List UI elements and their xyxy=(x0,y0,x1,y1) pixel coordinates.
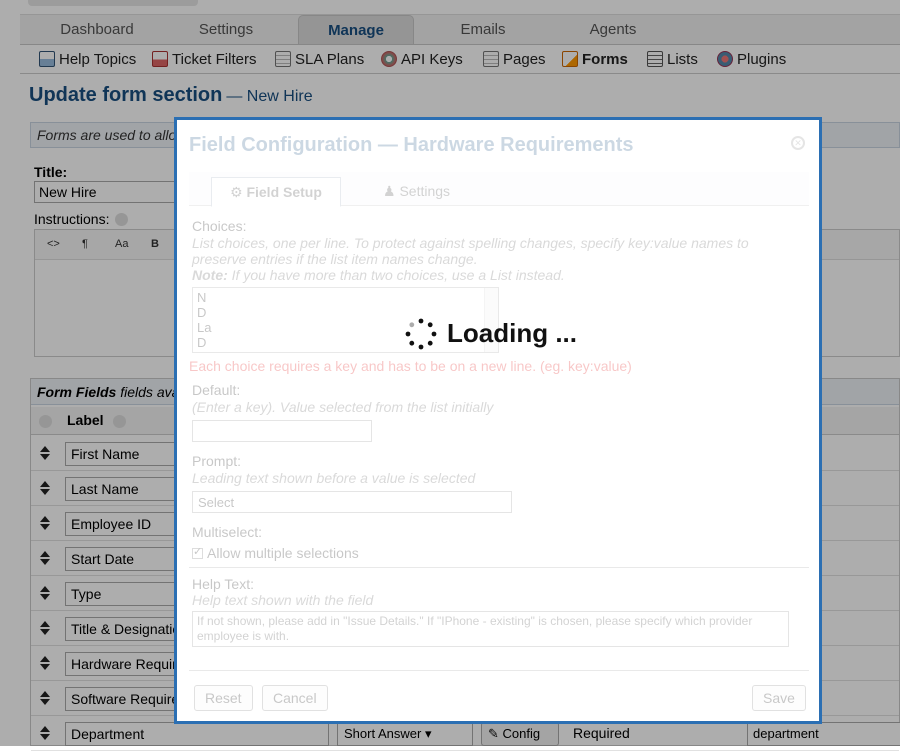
multiselect-checkbox[interactable]: Allow multiple selections xyxy=(192,545,359,561)
multiselect-option-label: Allow multiple selections xyxy=(207,545,359,561)
tab-field-setup-label: Field Setup xyxy=(246,184,322,200)
help-text-hint: Help text shown with the field xyxy=(192,592,374,608)
tab-settings[interactable]: ♟ Settings xyxy=(365,177,468,207)
dialog-tabs: ⚙ Field Setup ♟ Settings xyxy=(189,172,809,207)
close-icon[interactable]: ✕ xyxy=(791,136,805,150)
choices-error-message: Each choice requires a key and has to be… xyxy=(189,358,632,374)
field-configuration-dialog: Field Configuration — Hardware Requireme… xyxy=(174,117,822,724)
choice-line: N xyxy=(197,290,207,305)
tab-field-setup[interactable]: ⚙ Field Setup xyxy=(211,177,341,207)
prompt-label: Prompt: xyxy=(192,453,242,469)
dialog-title: Field Configuration — Hardware Requireme… xyxy=(189,134,634,156)
reset-button[interactable]: Reset xyxy=(194,685,253,711)
help-text-textarea[interactable]: If not shown, please add in "Issue Detai… xyxy=(192,611,789,647)
choices-note-bold: Note: xyxy=(192,267,228,283)
prompt-input[interactable]: Select xyxy=(192,491,512,513)
tab-settings-label: Settings xyxy=(399,183,451,199)
default-label: Default: xyxy=(192,382,241,398)
choices-note: Note: If you have more than two choices,… xyxy=(192,267,565,283)
loading-text: Loading ... xyxy=(447,318,577,348)
save-button[interactable]: Save xyxy=(752,685,806,711)
cancel-button[interactable]: Cancel xyxy=(262,685,328,711)
choices-hint-line2: preserve entries if the list item names … xyxy=(192,251,478,267)
choices-note-text: If you have more than two choices, use a… xyxy=(227,267,565,283)
gear-icon: ⚙ xyxy=(230,184,243,200)
divider xyxy=(189,567,809,568)
help-text-label: Help Text: xyxy=(192,576,254,592)
multiselect-label: Multiselect: xyxy=(192,524,263,540)
prompt-hint: Leading text shown before a value is sel… xyxy=(192,470,476,486)
choices-hint-line1: List choices, one per line. To protect a… xyxy=(192,235,749,251)
choice-line: D xyxy=(197,350,494,352)
spinner-icon xyxy=(405,318,437,350)
divider xyxy=(189,670,809,671)
default-hint: (Enter a key). Value selected from the l… xyxy=(192,399,494,415)
checkbox-checked-icon[interactable] xyxy=(192,545,203,559)
default-input[interactable] xyxy=(192,420,372,442)
choices-label: Choices: xyxy=(192,218,247,234)
user-icon: ♟ xyxy=(383,183,396,199)
